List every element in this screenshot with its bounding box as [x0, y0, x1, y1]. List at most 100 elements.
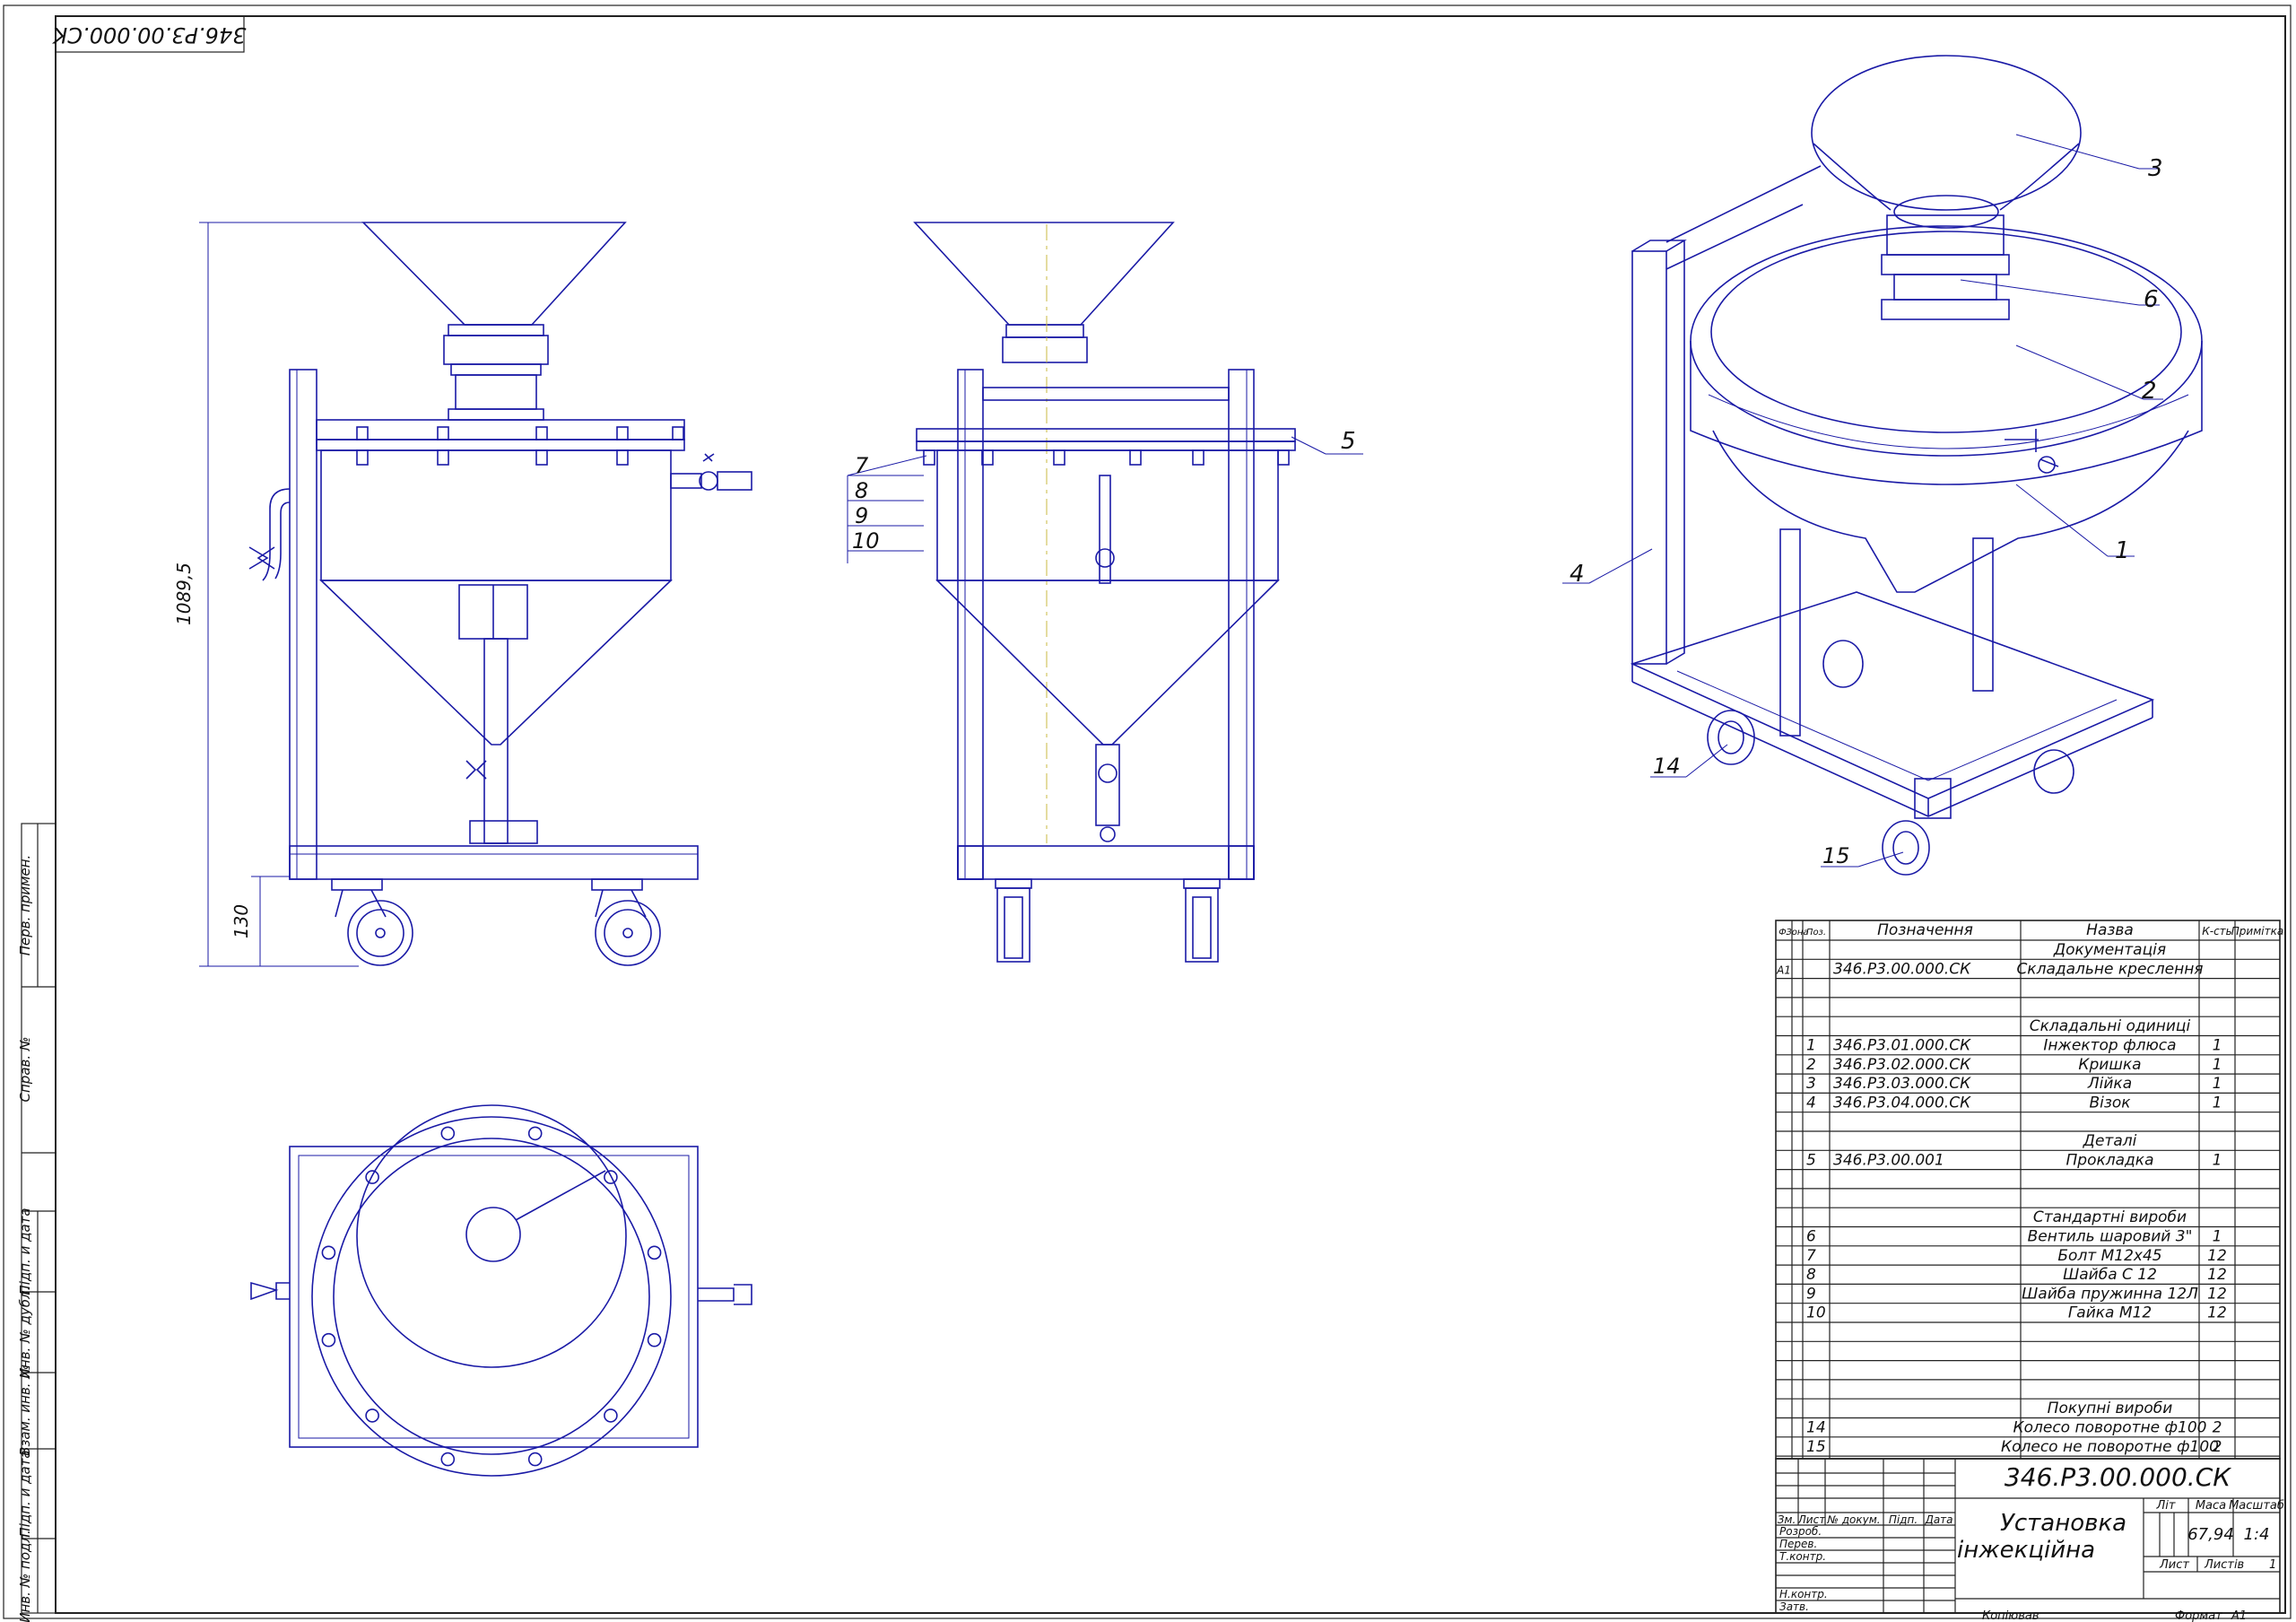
- stamp-code: 346.P3.00.000.CK: [51, 22, 246, 48]
- tb-scale: 1:4: [2244, 1525, 2270, 1544]
- spec-cell-name: Візок: [2089, 1094, 2131, 1112]
- tb-sheets: 1: [2269, 1558, 2276, 1572]
- bolt-hole: [365, 1170, 379, 1184]
- tb-sheets-label: Листів: [2204, 1558, 2244, 1572]
- bolt-hole: [647, 1332, 662, 1347]
- outer-frame: [3, 4, 2292, 1619]
- title-block: Зм. Лист № докум. Підп. Дата Розроб. Пер…: [1775, 1458, 2284, 1622]
- callout-7: 7: [855, 453, 869, 478]
- callout-8: 8: [855, 478, 868, 503]
- spec-cell-name: Складальне креслення: [2016, 960, 2203, 978]
- tb-format: А1: [2231, 1609, 2247, 1622]
- side-label-5: Взам. инв. №: [17, 1365, 33, 1456]
- tb-lit-label: Літ: [2156, 1499, 2176, 1513]
- tb-format-label: Формат: [2175, 1609, 2222, 1622]
- tb-col-doc: № докум.: [1826, 1513, 1880, 1526]
- spec-cell-pos: 10: [1806, 1304, 1826, 1322]
- spec-cell-qty: 12: [2207, 1304, 2227, 1322]
- spec-header: Примітка: [2231, 925, 2283, 937]
- tb-mass-label: Маса: [2196, 1499, 2226, 1513]
- spec-cell-name: Колесо поворотне ф100: [2013, 1419, 2207, 1437]
- bolt-hole: [440, 1126, 456, 1141]
- spec-cell-qty: 2: [2213, 1419, 2222, 1437]
- tb-role-5: Н.контр.: [1779, 1588, 1828, 1600]
- bolt-hole: [440, 1452, 456, 1467]
- tb-role-2: Перев.: [1779, 1538, 1817, 1550]
- spec-cell-name: Покупні вироби: [2048, 1400, 2173, 1417]
- spec-cell-name: Прокладка: [2066, 1151, 2154, 1169]
- specification-table: Ф.ЗонаПоз. Позначення Назва К-сть ПриміткаДо…: [1775, 920, 2283, 1460]
- spec-cell-pos: 6: [1806, 1228, 1816, 1246]
- bolt-hole: [604, 1170, 618, 1184]
- tb-mass: 67,94: [2187, 1525, 2234, 1544]
- tb-title-2: інжекційна: [1957, 1537, 2095, 1564]
- spec-cell-pos: 14: [1806, 1419, 1826, 1437]
- spec-cell-qty: 1: [2213, 1228, 2222, 1246]
- spec-cell-name: Вентиль шаровий 3": [2028, 1228, 2193, 1246]
- bolt-hole: [321, 1332, 336, 1347]
- spec-header: Позначення: [1877, 921, 1973, 939]
- bolt-hole: [527, 1126, 543, 1141]
- spec-cell-des: 346.Р3.01.000.СК: [1833, 1037, 1971, 1055]
- tb-col-sign: Підп.: [1889, 1513, 1918, 1526]
- spec-cell-name: Документація: [2053, 941, 2166, 959]
- spec-cell-pos: 4: [1806, 1094, 1816, 1112]
- spec-header: Зона: [1786, 928, 1808, 937]
- side-label-4: Инв. № дубл.: [17, 1286, 33, 1379]
- spec-cell-des: 346.Р3.00.001: [1833, 1151, 1944, 1169]
- spec-header: Поз.: [1806, 928, 1826, 937]
- spec-cell-name: Стандартні вироби: [2033, 1208, 2187, 1226]
- spec-header: Назва: [2086, 921, 2134, 939]
- bolt-hole: [604, 1408, 618, 1423]
- callout-3: 3: [2148, 155, 2163, 182]
- callout-5: 5: [1341, 428, 1356, 455]
- spec-cell-qty: 12: [2207, 1247, 2227, 1265]
- dimension-wheel: 130: [230, 904, 252, 938]
- bolt-hole: [321, 1245, 336, 1260]
- spec-cell-name: Болт М12х45: [2057, 1247, 2161, 1265]
- spec-cell-pos: 8: [1806, 1266, 1816, 1284]
- spec-cell-name: Шайба С 12: [2063, 1266, 2157, 1284]
- spec-cell-name: Лійка: [2087, 1075, 2132, 1093]
- tb-role-3: Т.контр.: [1779, 1550, 1826, 1563]
- side-label-7: Инв. № подл.: [17, 1530, 33, 1622]
- bolt-hole: [527, 1452, 543, 1467]
- side-strip: Перв. примен. Справ. № Підп. и дата Инв.…: [17, 823, 57, 1622]
- spec-cell-fmt: А1: [1776, 964, 1791, 976]
- spec-cell-name: Кришка: [2078, 1056, 2141, 1074]
- callout-9: 9: [855, 503, 868, 528]
- callout-4: 4: [1570, 561, 1585, 588]
- spec-cell-pos: 15: [1806, 1438, 1826, 1456]
- tb-sheet-label: Лист: [2159, 1558, 2189, 1572]
- spec-cell-des: 346.Р3.02.000.СК: [1833, 1056, 1971, 1074]
- callout-leaders: [847, 134, 2163, 868]
- side-label-1: Перв. примен.: [17, 855, 33, 956]
- tb-copied: Копіював: [1982, 1609, 2039, 1622]
- spec-cell-pos: 3: [1806, 1075, 1816, 1093]
- callout-2: 2: [2142, 378, 2157, 405]
- callout-1: 1: [2115, 537, 2130, 564]
- spec-cell-name: Гайка М12: [2068, 1304, 2152, 1322]
- tb-col-date: Дата: [1924, 1513, 1952, 1526]
- spec-cell-des: 346.Р3.00.000.СК: [1833, 960, 1971, 978]
- callout-10: 10: [852, 528, 880, 554]
- side-label-6: Підп. и дата: [17, 1450, 33, 1537]
- spec-cell-pos: 9: [1806, 1285, 1816, 1303]
- front-view: 1089,5 130: [173, 222, 752, 967]
- tb-title-1: Установка: [2000, 1510, 2126, 1537]
- drawing-sheet: 346.P3.00.000.CK Перв. примен. Справ. № …: [3, 4, 2292, 1622]
- tb-col-izm: Зм.: [1778, 1513, 1796, 1526]
- spec-cell-qty: 1: [2213, 1056, 2222, 1074]
- spec-cell-qty: 1: [2213, 1151, 2222, 1169]
- spec-cell-qty: 2: [2213, 1438, 2222, 1456]
- spec-cell-qty: 1: [2213, 1094, 2222, 1112]
- callout-15: 15: [1822, 843, 1850, 868]
- spec-cell-qty: 1: [2213, 1075, 2222, 1093]
- spec-cell-qty: 12: [2207, 1266, 2227, 1284]
- callout-6: 6: [2144, 286, 2159, 313]
- spec-header: К-сть: [2202, 925, 2232, 937]
- spec-cell-name: Шайба пружинна 12Л: [2022, 1285, 2198, 1303]
- tb-col-list: Лист: [1797, 1513, 1826, 1526]
- spec-cell-name: Складальні одиниці: [2030, 1017, 2191, 1035]
- side-label-2: Справ. №: [17, 1037, 33, 1103]
